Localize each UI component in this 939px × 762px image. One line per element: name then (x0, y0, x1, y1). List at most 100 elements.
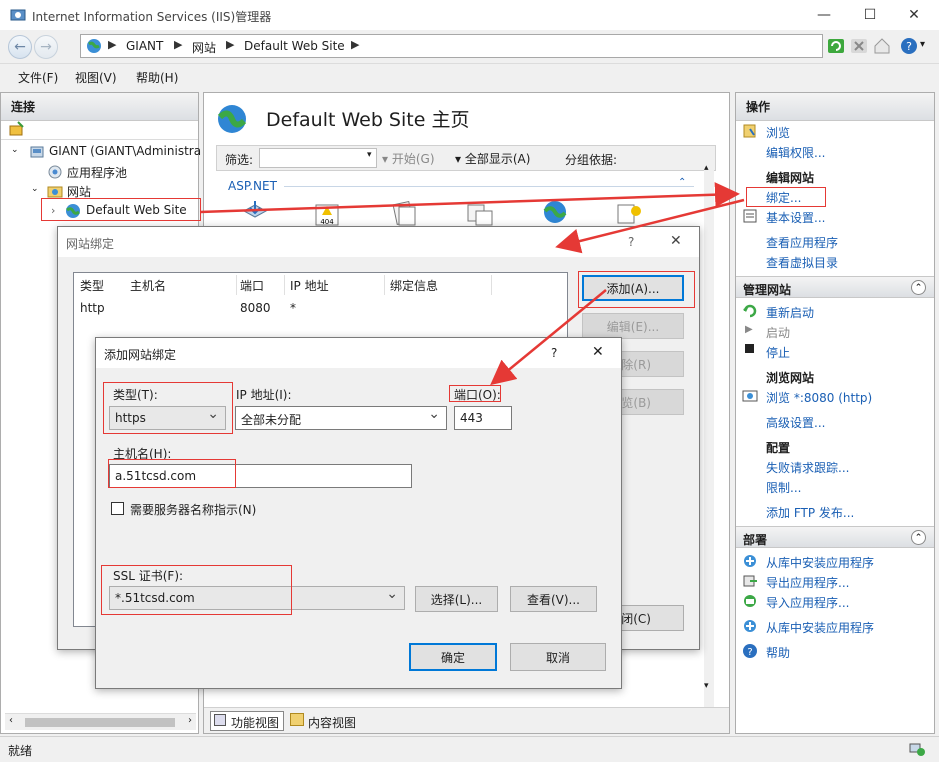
action-browse-port[interactable]: 浏览 *:8080 (http) (766, 389, 872, 406)
maximize-button[interactable]: ☐ (847, 0, 893, 30)
row-port: 8080 (240, 301, 271, 315)
scrollbar-thumb[interactable] (25, 718, 175, 727)
home-icon[interactable] (872, 36, 892, 56)
action-view-virtual-dirs[interactable]: 查看虚拟目录 (766, 254, 838, 271)
tree-item-app-pools[interactable]: 应用程序池 (67, 164, 127, 181)
action-restart[interactable]: 重新启动 (766, 304, 814, 321)
actions-header: 操作 (736, 93, 934, 121)
install-gallery-icon (744, 555, 756, 567)
action-add-ftp[interactable]: 添加 FTP 发布... (766, 504, 854, 521)
feature-handler-icon[interactable] (389, 201, 419, 227)
status-text: 就绪 (8, 744, 33, 758)
address-segment-sites[interactable]: 网站 (192, 39, 216, 56)
vertical-scrollbar[interactable]: ▴ ▾ (704, 153, 714, 713)
bindings-close-icon[interactable]: ✕ (670, 233, 682, 249)
tree-expander-icon[interactable]: ⌄ (31, 184, 39, 194)
scroll-left-icon[interactable]: ‹ (9, 715, 13, 726)
action-install-from-gallery[interactable]: 从库中安装应用程序 (766, 554, 874, 571)
help-dropdown-icon[interactable]: ▾ (920, 39, 925, 50)
action-failed-request-tracing[interactable]: 失败请求跟踪... (766, 459, 849, 476)
action-import-application[interactable]: 导入应用程序... (766, 594, 849, 611)
show-all-button[interactable]: ▾ 全部显示(A) (455, 150, 530, 167)
action-start[interactable]: 启动 (766, 324, 790, 341)
section-deploy: 部署 ⌃ (736, 526, 934, 548)
collapse-icon[interactable]: ⌃ (911, 280, 926, 295)
edit-binding-button[interactable]: 编辑(E)... (582, 313, 684, 339)
browse-port-icon (742, 390, 758, 402)
create-connection-icon[interactable] (9, 121, 25, 137)
add-dialog-help-icon[interactable]: ? (551, 346, 557, 360)
action-export-application[interactable]: 导出应用程序... (766, 574, 849, 591)
app-pool-icon (48, 165, 62, 179)
help-icon[interactable]: ? (899, 36, 919, 56)
action-basic-settings[interactable]: 基本设置... (766, 209, 825, 226)
action-limits[interactable]: 限制... (766, 479, 801, 496)
collapse-icon[interactable]: ⌃ (911, 530, 926, 545)
minimize-button[interactable]: — (801, 0, 847, 30)
action-help[interactable]: 帮助 (766, 644, 790, 661)
column-info[interactable]: 绑定信息 (390, 277, 438, 294)
start-button[interactable]: ▾ 开始(G) (382, 150, 435, 167)
features-view-icon (214, 714, 226, 726)
feature-globe-icon[interactable] (542, 199, 568, 225)
view-certificate-button[interactable]: 查看(V)... (510, 586, 597, 612)
close-window-button[interactable]: ✕ (891, 0, 937, 30)
browse-icon (743, 124, 756, 138)
feature-error-pages-icon[interactable]: 404 (314, 201, 340, 227)
filter-toolbar: 筛选: ▾ ▾ 开始(G) ▾ 全部显示(A) 分组依据: (216, 145, 716, 171)
filter-input[interactable] (259, 148, 377, 168)
ip-address-select[interactable]: 全部未分配 (235, 406, 447, 430)
menu-file[interactable]: 文件(F) (18, 69, 58, 86)
tree-expander-icon[interactable]: ⌄ (11, 145, 19, 155)
action-stop[interactable]: 停止 (766, 344, 790, 361)
action-install-from-gallery-2[interactable]: 从库中安装应用程序 (766, 619, 874, 636)
action-advanced-settings[interactable]: 高级设置... (766, 414, 825, 431)
view-tabs: 功能视图 内容视图 (204, 707, 729, 733)
column-divider (491, 275, 492, 295)
scroll-up-icon[interactable]: ▴ (704, 163, 709, 173)
add-dialog-close-icon[interactable]: ✕ (592, 344, 604, 360)
table-row[interactable]: http 8080 * (74, 299, 567, 319)
column-port[interactable]: 端口 (240, 277, 264, 294)
port-input[interactable]: 443 (454, 406, 512, 430)
scroll-down-icon[interactable]: ▾ (704, 681, 709, 691)
action-edit-permissions[interactable]: 编辑权限... (766, 144, 825, 161)
restart-icon (743, 304, 757, 318)
bindings-dialog-titlebar: 网站绑定 ? ✕ (58, 227, 699, 257)
select-certificate-button[interactable]: 选择(L)... (415, 586, 498, 612)
bindings-help-icon[interactable]: ? (628, 235, 634, 249)
menu-view[interactable]: 视图(V) (75, 69, 117, 86)
back-button[interactable]: ← (8, 35, 32, 59)
stop-icon[interactable] (849, 36, 869, 56)
feature-dotnet-icon[interactable] (240, 201, 270, 227)
section-manage-site: 管理网站 ⌃ (736, 276, 934, 298)
ok-button[interactable]: 确定 (409, 643, 497, 671)
column-type[interactable]: 类型 (80, 277, 104, 294)
column-host[interactable]: 主机名 (130, 277, 166, 294)
help-action-icon: ? (743, 644, 757, 658)
sni-checkbox[interactable] (111, 502, 124, 515)
action-view-applications[interactable]: 查看应用程序 (766, 234, 838, 251)
column-ip[interactable]: IP 地址 (290, 277, 329, 294)
tree-item-server[interactable]: GIANT (GIANT\Administra (49, 144, 201, 158)
action-browse[interactable]: 浏览 (766, 124, 790, 141)
scroll-right-icon[interactable]: › (188, 715, 192, 726)
address-segment-server[interactable]: GIANT (126, 39, 163, 53)
annotation-box (578, 271, 695, 308)
address-segment-site[interactable]: Default Web Site (244, 39, 345, 53)
filter-dropdown-icon[interactable]: ▾ (367, 150, 372, 160)
feature-modules-icon[interactable] (464, 201, 494, 227)
tab-content-view[interactable]: 内容视图 (288, 711, 362, 731)
refresh-icon[interactable] (826, 36, 846, 56)
forward-button[interactable]: → (34, 35, 58, 59)
cancel-button[interactable]: 取消 (510, 643, 606, 671)
import-app-icon (744, 595, 756, 607)
horizontal-scrollbar[interactable]: ‹ › (5, 713, 196, 730)
group-divider (284, 186, 694, 187)
menu-help[interactable]: 帮助(H) (136, 69, 178, 86)
tab-features-view[interactable]: 功能视图 (210, 711, 284, 731)
address-bar[interactable]: ▶ GIANT ▶ 网站 ▶ Default Web Site ▶ (80, 34, 823, 58)
start-icon: ▶ (745, 324, 753, 335)
feature-auth-icon[interactable] (614, 201, 644, 227)
status-bar: 就绪 (0, 736, 939, 762)
